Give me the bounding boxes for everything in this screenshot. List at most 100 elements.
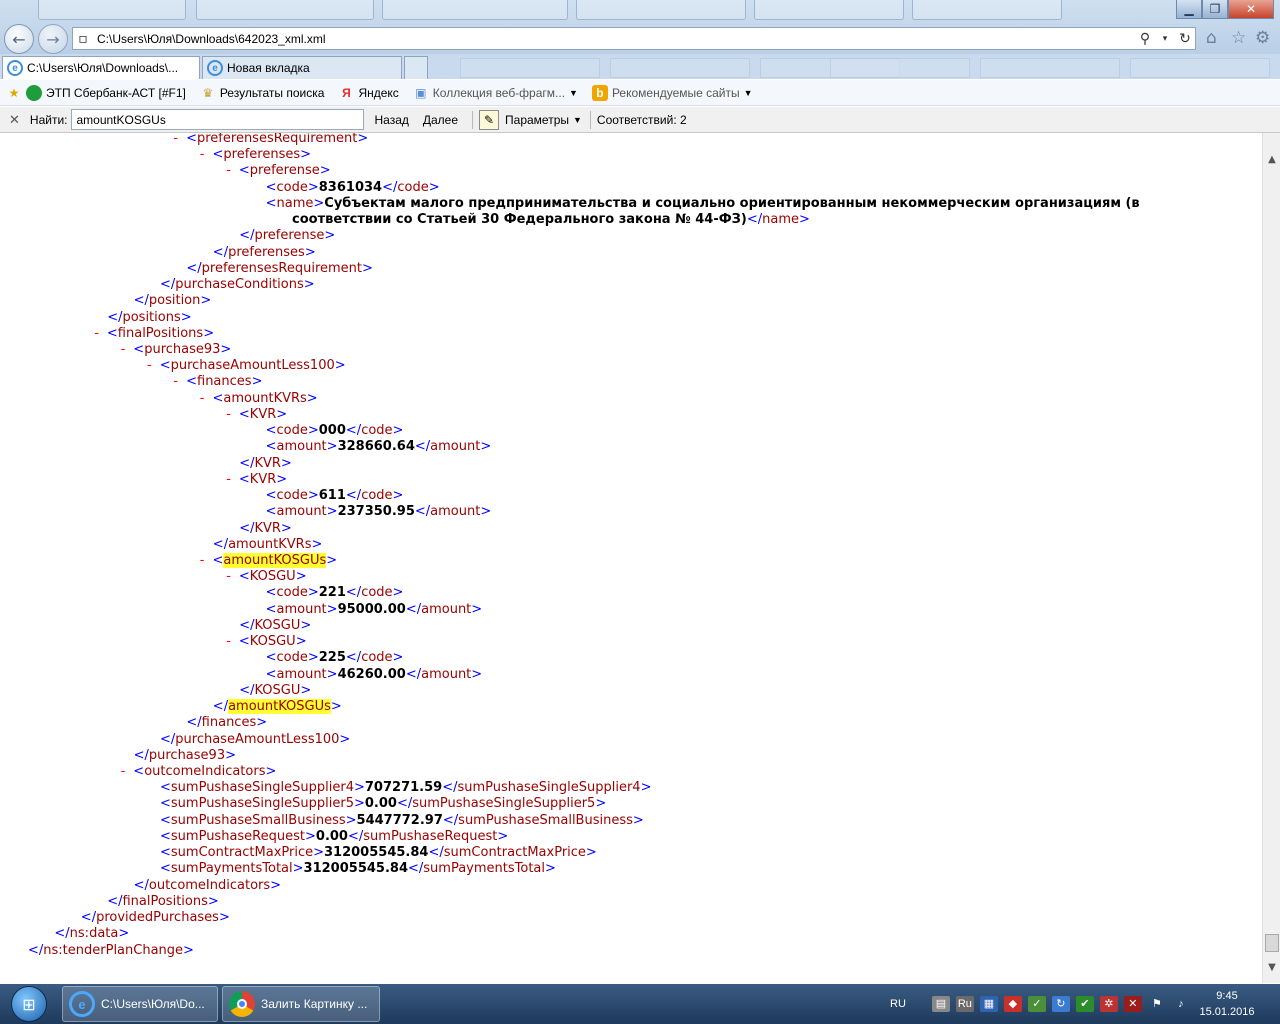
find-next-button[interactable]: Далее — [423, 113, 458, 127]
xml-tag-name: KOSGU — [249, 569, 296, 585]
punto-switcher-icon[interactable]: Ru — [955, 996, 974, 1012]
xml-bracket: < — [265, 504, 277, 520]
find-back-button[interactable]: Назад — [374, 113, 408, 127]
xml-line: </providedPurchases> — [81, 910, 230, 926]
xml-bracket: < — [265, 601, 277, 617]
xml-bracket: </ — [212, 536, 229, 552]
collapse-toggle[interactable]: - — [226, 569, 231, 584]
forward-button[interactable]: → — [38, 24, 68, 54]
find-input[interactable] — [71, 109, 365, 130]
xml-bracket: </ — [107, 893, 123, 909]
collapse-toggle[interactable]: - — [147, 358, 152, 373]
action-center-flag-icon[interactable]: ⚑ — [1148, 996, 1166, 1012]
xml-tag-name: KVR — [254, 455, 281, 471]
collapse-toggle[interactable]: - — [94, 326, 99, 341]
xml-tag-name: code — [361, 585, 393, 601]
background-window-tab — [754, 0, 904, 20]
collapse-toggle[interactable]: - — [173, 133, 178, 146]
xml-bracket: > — [183, 942, 194, 958]
xml-bracket: < — [212, 390, 224, 406]
xml-bracket: </ — [442, 780, 458, 796]
taskbar-item-chrome[interactable]: Залить Картинку ... — [222, 986, 380, 1022]
minimize-button[interactable]: ▁ — [1176, 0, 1202, 19]
collapse-toggle[interactable]: - — [200, 553, 205, 568]
xml-bracket: > — [480, 504, 492, 520]
address-bar[interactable]: ▫ C:\Users\Юля\Downloads\642023_xml.xml … — [72, 27, 1196, 50]
spider-icon[interactable]: ✲ — [1099, 996, 1118, 1012]
xml-tag-name: code — [397, 179, 429, 195]
clock[interactable]: 9:45 15.01.2016 — [1192, 988, 1262, 1020]
network-monitor-icon[interactable]: ▦ — [979, 996, 998, 1012]
dropdown-icon: ▼ — [569, 87, 578, 98]
chrome-icon — [229, 991, 255, 1017]
address-text[interactable]: C:\Users\Юля\Downloads\642023_xml.xml — [97, 32, 1135, 46]
favorite-yandex[interactable]: Я Яндекс — [338, 85, 399, 101]
favorite-search-results[interactable]: ♛ Результаты поиска — [200, 85, 324, 101]
close-icon[interactable]: ✕ — [9, 112, 20, 128]
xml-line: </KVR> — [239, 456, 292, 472]
antivirus-icon[interactable]: ◆ — [1003, 996, 1022, 1012]
search-icon[interactable]: ⚲ — [1135, 31, 1155, 47]
dropdown-icon: ▼ — [743, 87, 753, 98]
xml-text-value: 312005545.84 — [324, 845, 429, 861]
scroll-up-icon[interactable]: ▲ — [1263, 151, 1280, 168]
xml-line: соответствии со Статьей 30 Федерального … — [292, 212, 810, 228]
security-icon[interactable]: ✓ — [1027, 996, 1046, 1012]
xml-bracket: > — [330, 699, 342, 715]
collapse-toggle[interactable]: - — [226, 407, 231, 422]
home-icon[interactable]: ⌂ — [1206, 28, 1217, 48]
collapse-toggle[interactable]: - — [226, 634, 231, 649]
favorite-webslices[interactable]: ▣ Коллекция веб-фрагм... ▼ — [413, 85, 578, 101]
checkmark-icon[interactable]: ✔ — [1075, 996, 1094, 1012]
back-button[interactable]: ← — [4, 24, 34, 54]
taskbar-item-label: C:\Users\Юля\Do... — [101, 997, 205, 1011]
taskbar-item-ie[interactable]: e C:\Users\Юля\Do... — [62, 986, 218, 1022]
xml-text-value: 237350.95 — [337, 504, 415, 520]
collapse-toggle[interactable]: - — [200, 147, 205, 162]
xml-bracket: > — [200, 293, 212, 309]
close-window-button[interactable]: ✕ — [1228, 0, 1274, 19]
xml-tag-name: name — [276, 195, 314, 211]
xml-bracket: > — [313, 195, 325, 211]
xml-bracket: < — [212, 552, 224, 568]
taskbar-item-label: Залить Картинку ... — [261, 997, 368, 1011]
collapse-toggle[interactable]: - — [121, 764, 126, 779]
dropdown-icon[interactable]: ▾ — [1155, 34, 1175, 44]
collapse-toggle[interactable]: - — [173, 374, 178, 389]
dropdown-icon[interactable]: ▼ — [573, 115, 582, 125]
no-connection-icon[interactable]: ✕ — [1123, 996, 1142, 1012]
volume-icon[interactable]: ♪ — [1172, 996, 1190, 1012]
background-window-tab — [38, 0, 186, 20]
keyboard-icon[interactable]: ▤ — [931, 996, 950, 1012]
maximize-button[interactable]: ❐ — [1202, 0, 1228, 19]
favorite-label: Яндекс — [358, 85, 399, 100]
refresh-icon[interactable]: ↻ — [1175, 31, 1195, 47]
xml-bracket: > — [306, 390, 318, 406]
language-indicator[interactable]: RU — [890, 998, 906, 1010]
start-button[interactable]: ⊞ — [2, 984, 56, 1024]
xml-bracket: > — [632, 812, 644, 828]
favorites-star-icon[interactable]: ★ — [6, 85, 22, 101]
favorite-suggested-sites[interactable]: b Рекомендуемые сайты ▼ — [591, 84, 753, 101]
tab-xml-file[interactable]: e C:\Users\Юля\Downloads\... — [2, 56, 200, 79]
tab-new-tab[interactable]: e Новая вкладка — [202, 56, 402, 79]
highlight-matches-icon[interactable]: ✎ — [479, 109, 500, 130]
collapse-toggle[interactable]: - — [226, 472, 231, 487]
update-icon[interactable]: ↻ — [1051, 996, 1070, 1012]
xml-tag-name: KVR — [254, 520, 281, 536]
find-options-button[interactable]: Параметры — [505, 113, 569, 127]
tab-label: C:\Users\Юля\Downloads\... — [27, 61, 179, 75]
new-tab-button[interactable] — [404, 56, 428, 79]
collapse-toggle[interactable]: - — [121, 342, 126, 357]
settings-gear-icon[interactable]: ⚙ — [1255, 28, 1270, 48]
xml-bracket: < — [212, 147, 224, 163]
favorite-sberbank[interactable]: ЭТП Сбербанк-АСТ [#F1] — [26, 84, 186, 101]
collapse-toggle[interactable]: - — [200, 391, 205, 406]
collapse-toggle[interactable]: - — [226, 163, 231, 178]
xml-tag-name: providedPurchases — [96, 910, 219, 926]
xml-bracket: > — [326, 439, 338, 455]
favorites-star-icon[interactable]: ☆ — [1231, 28, 1246, 48]
vertical-scrollbar[interactable]: ▲ ▼ — [1262, 133, 1280, 983]
scroll-down-icon[interactable]: ▼ — [1263, 959, 1280, 976]
scrollbar-thumb[interactable] — [1265, 934, 1279, 952]
